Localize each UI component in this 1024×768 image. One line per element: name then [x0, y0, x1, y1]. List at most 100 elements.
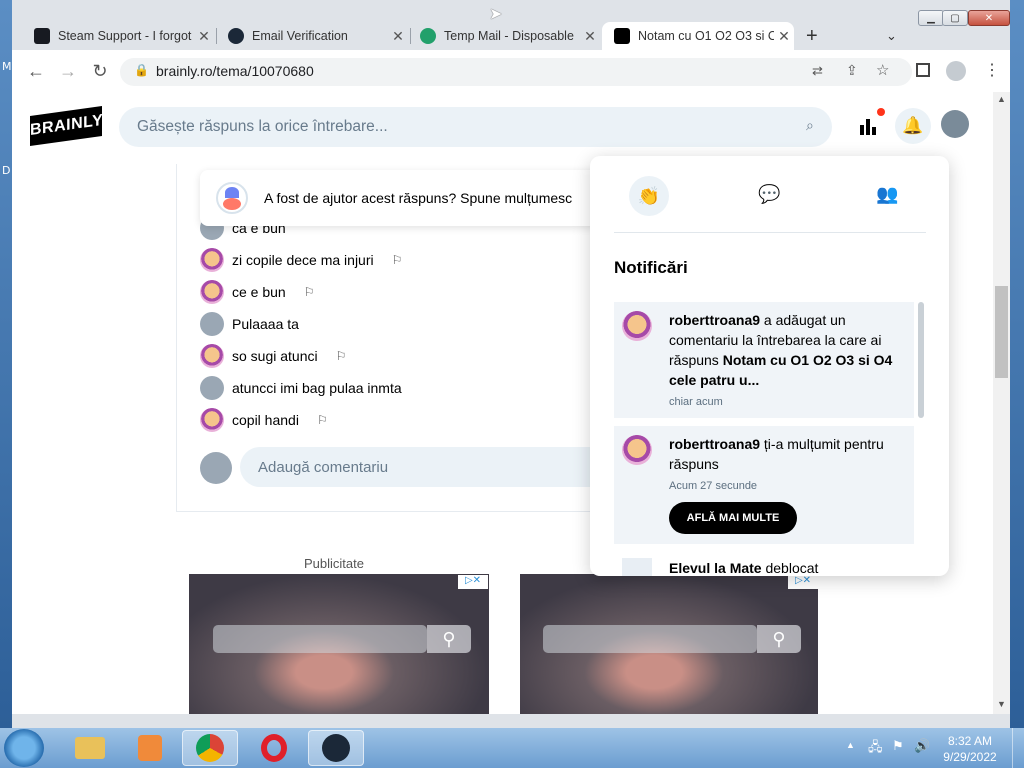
flag-icon[interactable]: ⚐	[317, 413, 328, 427]
scroll-up-icon[interactable]: ▲	[993, 94, 1010, 108]
mascot-icon	[216, 182, 248, 214]
stats-icon[interactable]	[858, 117, 878, 135]
scrollbar-thumb[interactable]	[995, 286, 1008, 378]
tab-brainly[interactable]: Notam cu O1 O2 O3 si O ✕	[602, 22, 794, 50]
translate-icon[interactable]: ⇄	[812, 63, 823, 79]
comment-text: so sugi atunci	[232, 348, 318, 364]
avatar[interactable]	[200, 408, 224, 432]
avatar[interactable]	[200, 248, 224, 272]
tab-separator	[216, 28, 217, 44]
minimize-button[interactable]: ▁	[918, 10, 944, 26]
notification-user: roberttroana9	[669, 312, 761, 328]
notifications-title: Notificări	[614, 258, 688, 277]
tab-search-chevron-icon[interactable]: ⌄	[886, 28, 897, 44]
lock-icon[interactable]: 🔒	[134, 63, 149, 77]
notification-time: Acum 27 secunde	[669, 480, 758, 492]
notification-user: roberttroana9	[669, 436, 761, 452]
notification-text: roberttroana9 a adăugat un comentariu la…	[669, 310, 904, 390]
side-panel-icon[interactable]	[916, 63, 930, 77]
maximize-button[interactable]: ▢	[942, 10, 968, 26]
learn-more-button[interactable]: AFLĂ MAI MULTE	[669, 502, 797, 534]
search-placeholder: Găsește răspuns la orice întrebare...	[137, 118, 388, 135]
comment-text: ce e bun	[232, 284, 286, 300]
ad-magnifier-icon: ⚲	[427, 625, 471, 653]
user-avatar-icon[interactable]	[941, 110, 969, 138]
search-icon[interactable]: ⌕	[806, 117, 814, 134]
share-icon[interactable]: ⇪	[846, 62, 858, 79]
url-text[interactable]: brainly.ro/tema/10070680	[156, 63, 314, 79]
steam-icon	[34, 28, 50, 44]
tray-expand-icon[interactable]: ▲	[846, 740, 855, 750]
notification-dot	[877, 108, 885, 116]
panel-scrollbar[interactable]	[918, 302, 924, 418]
back-arrow-icon[interactable]: ←	[24, 60, 48, 82]
steam-icon[interactable]	[308, 730, 364, 766]
avatar[interactable]	[200, 344, 224, 368]
comment-row: zi copile dece ma injuri ⚐	[200, 248, 402, 272]
action-center-icon[interactable]: ⚑	[892, 738, 904, 754]
comment-text: atuncci imi bag pulaa inmta	[232, 380, 402, 396]
comment-row: atuncci imi bag pulaa inmta	[200, 376, 402, 400]
chat-icon[interactable]: 💬	[758, 184, 780, 205]
close-tab-icon[interactable]: ✕	[388, 28, 408, 45]
clock-time: 8:32 AM	[947, 734, 993, 748]
brainly-icon	[614, 28, 630, 44]
avatar[interactable]	[200, 312, 224, 336]
show-desktop-button[interactable]	[1012, 728, 1024, 768]
comment-row: Pulaaaa ta	[200, 312, 299, 336]
menu-kebab-icon[interactable]: ⋮	[984, 60, 1000, 80]
flag-icon[interactable]: ⚐	[392, 253, 403, 267]
ad-magnifier-icon: ⚲	[757, 625, 801, 653]
ad-choices-icon[interactable]: ▷✕	[458, 575, 488, 589]
start-button[interactable]	[4, 729, 44, 767]
bell-icon[interactable]: 🔔	[895, 108, 931, 144]
tab-title: Temp Mail - Disposable	[444, 29, 574, 43]
notification-text: roberttroana9 ți-a mulțumit pentru răspu…	[669, 434, 904, 474]
profile-avatar-icon[interactable]	[946, 61, 966, 81]
divider	[614, 232, 926, 233]
avatar	[200, 452, 232, 484]
close-tab-icon[interactable]: ✕	[774, 28, 794, 45]
steam-icon	[228, 28, 244, 44]
tab-temp-mail[interactable]: Temp Mail - Disposable ✕	[412, 22, 600, 50]
opera-icon[interactable]	[246, 730, 302, 766]
page-scrollbar[interactable]	[993, 92, 1010, 714]
close-window-button[interactable]: ✕	[968, 10, 1010, 26]
people-icon[interactable]: 👥	[876, 184, 898, 205]
avatar	[622, 311, 652, 341]
badge-icon	[622, 558, 652, 576]
mouse-cursor-icon: ➤	[489, 6, 503, 23]
notification-user: Elevul la Mate	[669, 560, 762, 576]
tab-steam-support[interactable]: Steam Support - I forgot ✕	[24, 22, 214, 50]
volume-icon[interactable]: 🔊	[914, 738, 930, 754]
comment-text: zi copile dece ma injuri	[232, 252, 374, 268]
flag-icon[interactable]: ⚐	[304, 285, 315, 299]
notification-item[interactable]: Elevul la Mate deblocat	[590, 552, 920, 576]
media-player-icon[interactable]	[122, 730, 178, 766]
avatar[interactable]	[200, 280, 224, 304]
clap-icon[interactable]: 👏	[629, 176, 669, 216]
desktop-icon-label[interactable]: D	[2, 164, 10, 177]
ad-choices-icon[interactable]: ▷✕	[788, 575, 818, 589]
flag-icon[interactable]: ⚐	[336, 349, 347, 363]
reload-icon[interactable]: ↻	[88, 60, 112, 82]
forward-arrow-icon[interactable]: →	[56, 60, 80, 82]
clock[interactable]: 8:32 AM 9/29/2022	[940, 733, 1000, 765]
close-tab-icon[interactable]: ✕	[580, 28, 600, 45]
tab-email-verification[interactable]: Email Verification ✕	[218, 22, 408, 50]
tab-title: Notam cu O1 O2 O3 si O	[638, 29, 774, 43]
network-icon[interactable]: 🖧	[868, 738, 883, 760]
avatar[interactable]	[200, 376, 224, 400]
explorer-icon[interactable]	[62, 730, 118, 766]
helpful-prompt-text: A fost de ajutor acest răspuns? Spune mu…	[264, 190, 573, 206]
comment-row: so sugi atunci ⚐	[200, 344, 346, 368]
new-tab-button[interactable]: +	[806, 25, 818, 48]
close-tab-icon[interactable]: ✕	[194, 28, 214, 45]
chrome-icon[interactable]	[182, 730, 238, 766]
star-icon[interactable]: ☆	[876, 61, 889, 79]
scroll-down-icon[interactable]: ▼	[993, 699, 1010, 713]
desktop-icon-label[interactable]: M	[2, 60, 12, 73]
comment-row: copil handi ⚐	[200, 408, 328, 432]
comment-text: Pulaaaa ta	[232, 316, 299, 332]
tab-title: Email Verification	[252, 29, 348, 43]
